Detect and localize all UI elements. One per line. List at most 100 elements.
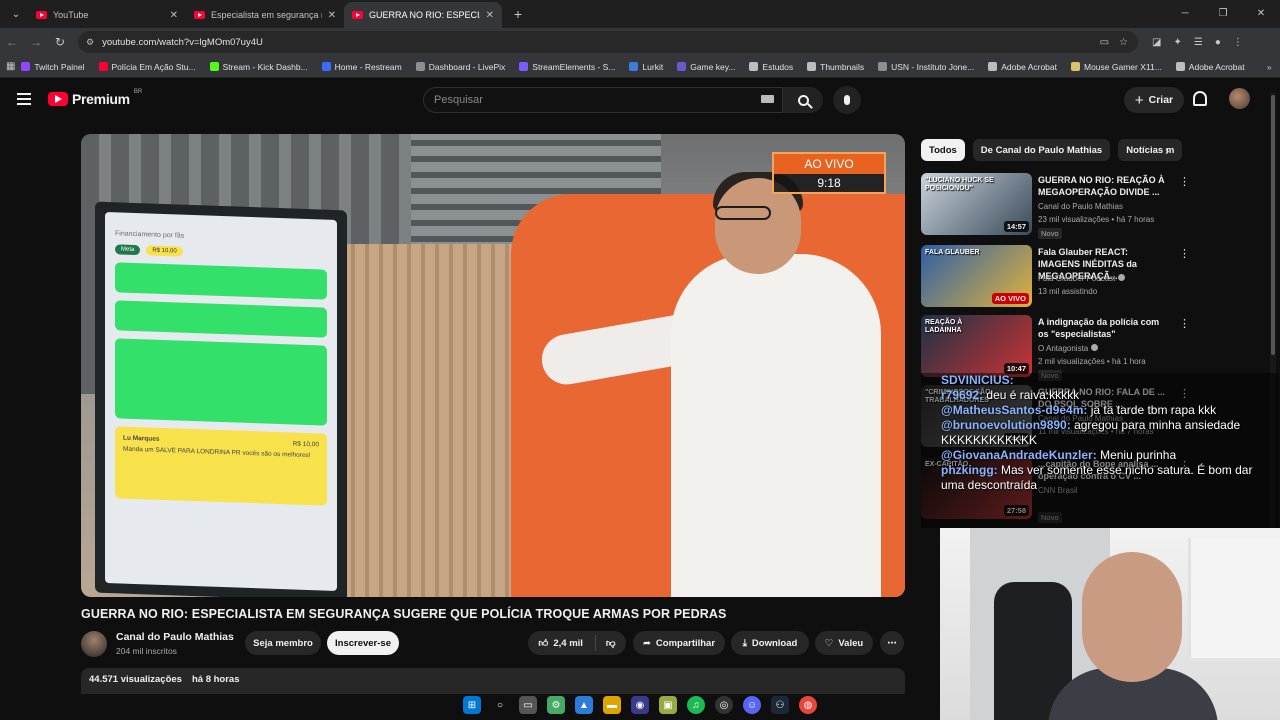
discord-icon[interactable]: ☺ xyxy=(743,696,761,714)
close-window-icon[interactable]: ✕ xyxy=(1242,0,1280,28)
more-bookmarks-icon[interactable]: » xyxy=(1259,62,1280,72)
settings-gear-icon[interactable]: ⚙ xyxy=(547,696,565,714)
file-explorer-folder-icon[interactable]: ▬ xyxy=(603,696,621,714)
channel-avatar[interactable] xyxy=(81,631,107,657)
screen-root: ⌄ YouTube ✕ Especialista em segurança re… xyxy=(0,0,1280,720)
bookmark-item[interactable]: USN - Instituto Jone... xyxy=(878,62,974,72)
create-button[interactable]: + Criar xyxy=(1124,87,1184,113)
youtube-premium-logo[interactable]: Premium BR xyxy=(48,89,143,107)
duration-badge: 14:57 xyxy=(1003,221,1029,232)
dislike-button[interactable]: 👎︎ xyxy=(596,637,616,649)
search-button[interactable] xyxy=(783,87,823,113)
filter-chip[interactable]: Notícias m xyxy=(1118,139,1183,161)
browser-tab-youtube[interactable]: YouTube ✕ xyxy=(28,2,186,28)
site-settings-icon[interactable]: ⚙ xyxy=(86,37,94,48)
task-view-icon[interactable]: ▭ xyxy=(519,696,537,714)
filter-chip[interactable]: De Canal do Paulo Mathias xyxy=(972,139,1111,161)
keyboard-icon[interactable] xyxy=(761,95,774,103)
bookmark-star-icon[interactable]: ☆ xyxy=(1119,37,1128,48)
recommended-video[interactable]: FALA GLAUBER AO VIVO Fala Glauber REACT: I… xyxy=(921,245,1261,309)
bookmark-favicon-icon xyxy=(629,62,639,71)
back-arrow-icon[interactable]: ← xyxy=(0,35,24,49)
new-tab-button[interactable]: + xyxy=(508,6,528,22)
country-code: BR xyxy=(133,89,143,95)
tv-chat-bubble xyxy=(115,300,327,338)
recommended-video[interactable]: REAÇÃO À LADAINHA 10:47 A indignação da po… xyxy=(921,315,1261,381)
forward-arrow-icon[interactable]: → xyxy=(24,35,48,49)
tab-search-chevron-icon[interactable]: ⌄ xyxy=(4,2,28,26)
voice-search-button[interactable] xyxy=(833,86,861,114)
puzzle-icon[interactable]: ✦ xyxy=(1173,37,1181,48)
bookmark-label: Thumbnails xyxy=(820,61,865,72)
duration-badge: AO VIVO xyxy=(991,293,1029,304)
filter-chip[interactable]: Todos xyxy=(921,139,965,161)
notifications-bell-icon[interactable] xyxy=(1193,91,1207,106)
bookmark-item[interactable]: Home - Restream xyxy=(321,62,402,72)
thumbs-down-icon: 👎︎ xyxy=(605,638,616,649)
download-button[interactable]: ⤓ Download xyxy=(731,631,809,655)
account-avatar[interactable] xyxy=(1229,88,1250,109)
bookmark-item[interactable]: Estudos xyxy=(749,62,793,72)
spotify-icon[interactable]: ♫ xyxy=(687,696,705,714)
reading-list-icon[interactable]: ☰ xyxy=(1194,37,1203,48)
address-bar[interactable]: ⚙ youtube.com/watch?v=lgMOm07uy4U ▭ ☆ xyxy=(78,31,1138,53)
like-button[interactable]: 👍︎ 2,4 mil xyxy=(538,637,595,650)
hamburger-menu-icon[interactable] xyxy=(17,93,31,105)
maximize-icon[interactable]: ❐ xyxy=(1204,0,1242,28)
bookmark-item[interactable]: Adobe Acrobat xyxy=(988,62,1057,72)
reload-icon[interactable]: ↻ xyxy=(48,35,72,49)
scrollbar-thumb[interactable] xyxy=(1271,95,1275,355)
video-thumbnail[interactable]: REAÇÃO À LADAINHA 10:47 xyxy=(921,315,1032,377)
app-icon[interactable]: ◉ xyxy=(631,696,649,714)
photos-icon[interactable]: ▲ xyxy=(575,696,593,714)
subscribe-button[interactable]: Inscrever-se xyxy=(327,631,399,655)
bookmark-item[interactable]: Twitch Painel xyxy=(21,62,85,72)
bookmark-item[interactable]: Mouse Gamer X11... xyxy=(1071,62,1162,72)
close-tab-icon[interactable]: ✕ xyxy=(486,10,494,21)
recommended-video[interactable]: "LUCIANO HUCK SE POSICIONOU" 14:57 GUERRA … xyxy=(921,173,1261,239)
bookmark-favicon-icon xyxy=(209,62,219,71)
video-thumbnail[interactable]: FALA GLAUBER AO VIVO xyxy=(921,245,1032,307)
bookmark-item[interactable]: Stream - Kick Dashb... xyxy=(209,62,308,72)
minimize-icon[interactable]: ─ xyxy=(1166,0,1204,28)
video-tv-screen: Financiamento por fãs Meta R$ 10,00 Lu M… xyxy=(95,201,347,597)
bookmark-item[interactable]: Thumbnails xyxy=(807,62,864,72)
streamer-webcam xyxy=(940,528,1280,720)
more-vertical-icon[interactable]: ⋮ xyxy=(1179,175,1190,188)
bookmark-item[interactable]: Dashboard - LivePix xyxy=(415,62,505,72)
chevron-right-icon[interactable]: › xyxy=(1165,143,1169,158)
cast-icon[interactable]: ▭ xyxy=(1100,37,1109,48)
bookmark-item[interactable]: StreamElements - S... xyxy=(519,62,615,72)
bookmark-item[interactable]: Adobe Acrobat xyxy=(1175,62,1245,72)
more-vertical-icon[interactable]: ⋮ xyxy=(1179,317,1190,330)
search-icon[interactable]: ○ xyxy=(491,696,509,714)
bookmark-item[interactable]: Game key... xyxy=(677,62,735,72)
extension-icon[interactable]: ◪ xyxy=(1152,37,1161,48)
thanks-button[interactable]: ♡ Valeu xyxy=(815,631,873,655)
more-actions-button[interactable]: ⋯ xyxy=(880,631,904,655)
join-member-button[interactable]: Seja membro xyxy=(245,631,321,655)
channel-name[interactable]: Canal do Paulo Mathias xyxy=(116,631,234,643)
video-player[interactable]: Financiamento por fãs Meta R$ 10,00 Lu M… xyxy=(81,134,905,597)
windows-start-icon[interactable]: ⊞ xyxy=(463,696,481,714)
close-tab-icon[interactable]: ✕ xyxy=(328,10,336,21)
chat-message: @MatheusSantos-d9e4m: ja ta tarde tbm ra… xyxy=(921,403,1279,418)
browser-menu-icon[interactable]: ⋮ xyxy=(1233,37,1243,48)
bookmark-item[interactable]: Polícia Em Ação Stu... xyxy=(98,62,196,72)
more-vertical-icon[interactable]: ⋮ xyxy=(1179,247,1190,260)
close-tab-icon[interactable]: ✕ xyxy=(170,10,178,21)
video-thumbnail[interactable]: "LUCIANO HUCK SE POSICIONOU" 14:57 xyxy=(921,173,1032,235)
steam-icon[interactable]: ⚇ xyxy=(771,696,789,714)
bookmark-item[interactable]: Lurkit xyxy=(629,62,663,72)
obs-icon[interactable]: ◎ xyxy=(715,696,733,714)
search-input[interactable]: Pesquisar xyxy=(423,87,783,113)
browser-tab-especialista[interactable]: Especialista em segurança reve ✕ xyxy=(186,2,344,28)
more-horizontal-icon: ⋯ xyxy=(887,637,897,649)
app-icon[interactable]: ▣ xyxy=(659,696,677,714)
like-dislike-group: 👍︎ 2,4 mil 👎︎ xyxy=(528,631,626,655)
apps-grid-icon[interactable]: ▦ xyxy=(0,61,21,72)
profile-icon[interactable]: ● xyxy=(1215,37,1221,48)
browser-tab-active[interactable]: GUERRA NO RIO: ESPECIALISTA ✕ xyxy=(344,2,502,28)
share-button[interactable]: ➦ Compartilhar xyxy=(633,631,725,655)
chrome-icon[interactable]: ◍ xyxy=(799,696,817,714)
